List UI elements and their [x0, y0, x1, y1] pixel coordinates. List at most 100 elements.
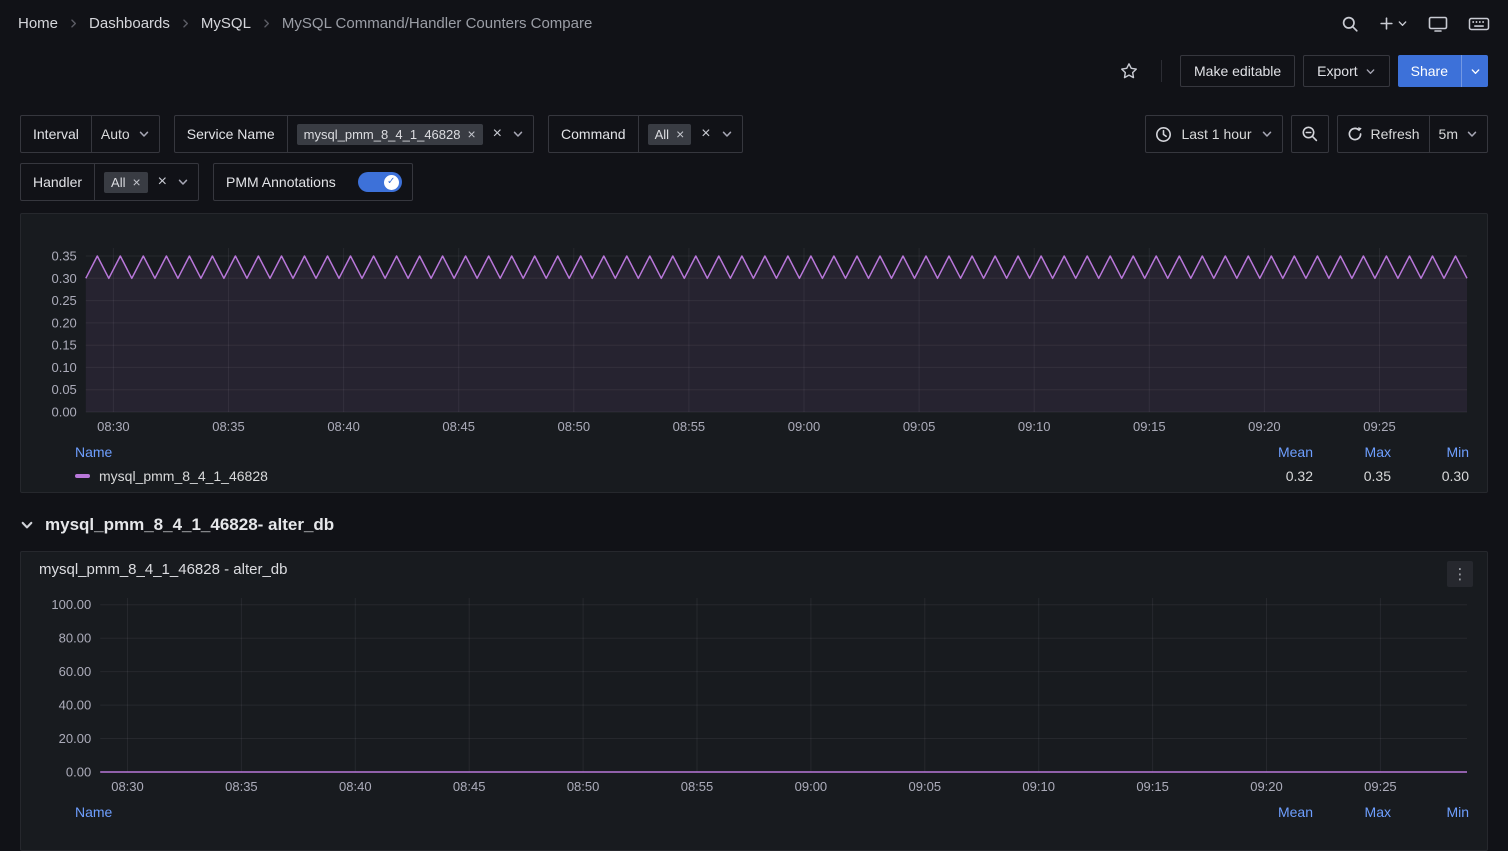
chevron-right-icon — [261, 18, 272, 29]
alter-db-timeseries-chart[interactable]: 0.0020.0040.0060.0080.00100.0008:3008:35… — [33, 590, 1475, 800]
command-select[interactable]: All × × — [639, 116, 742, 152]
legend-header-name[interactable]: Name — [75, 804, 1235, 820]
svg-text:08:55: 08:55 — [681, 779, 714, 794]
service-name-filter-label: Service Name — [175, 116, 288, 152]
legend-header-mean[interactable]: Mean — [1235, 444, 1313, 460]
chevron-down-icon — [1397, 18, 1408, 29]
remove-value-icon[interactable]: × — [132, 175, 140, 189]
plus-icon — [1379, 16, 1394, 31]
chevron-right-icon — [180, 18, 191, 29]
svg-text:09:20: 09:20 — [1248, 419, 1281, 434]
selected-value-chip[interactable]: mysql_pmm_8_4_1_46828 × — [297, 124, 483, 145]
handler-select[interactable]: All × × — [95, 164, 198, 200]
chevron-down-icon — [1365, 66, 1376, 77]
counters-timeseries-chart[interactable]: 0.000.050.100.150.200.250.300.3508:3008:… — [33, 240, 1475, 440]
make-editable-button[interactable]: Make editable — [1180, 55, 1295, 87]
service-name-select[interactable]: mysql_pmm_8_4_1_46828 × × — [288, 116, 533, 152]
search-icon[interactable] — [1341, 15, 1359, 33]
counters-panel: 0.000.050.100.150.200.250.300.3508:3008:… — [20, 213, 1488, 493]
panel-title[interactable]: mysql_pmm_8_4_1_46828 - alter_db — [39, 561, 288, 578]
chevron-right-icon — [68, 18, 79, 29]
svg-text:100.00: 100.00 — [51, 597, 91, 612]
share-split-button: Share — [1398, 55, 1488, 87]
monitor-icon[interactable] — [1428, 15, 1448, 33]
svg-text:09:05: 09:05 — [909, 779, 942, 794]
chevron-down-icon — [512, 128, 524, 140]
pmm-annotations-label: PMM Annotations — [214, 164, 348, 200]
dashboard-controls: Interval Auto Service Name mysql_pmm_8_4… — [0, 95, 1508, 201]
toolbar-divider — [1161, 60, 1162, 82]
zoom-out-icon[interactable] — [1291, 115, 1329, 153]
breadcrumb-dashboards[interactable]: Dashboards — [89, 15, 170, 32]
svg-text:0.00: 0.00 — [66, 765, 91, 780]
chevron-down-icon — [177, 176, 189, 188]
svg-text:09:00: 09:00 — [788, 419, 821, 434]
chip-label: All — [655, 127, 669, 142]
svg-text:80.00: 80.00 — [59, 631, 92, 646]
dashboard-row-toggle[interactable]: mysql_pmm_8_4_1_46828- alter_db — [20, 511, 1488, 539]
refresh-button[interactable]: Refresh — [1338, 116, 1429, 152]
time-range-picker[interactable]: Last 1 hour — [1145, 115, 1282, 153]
pmm-annotations-control: PMM Annotations ✓ — [213, 163, 413, 201]
clear-selection-icon[interactable]: × — [156, 174, 169, 190]
pmm-annotations-toggle[interactable]: ✓ — [358, 172, 402, 192]
remove-value-icon[interactable]: × — [467, 127, 475, 141]
interval-filter: Interval Auto — [20, 115, 160, 153]
chip-label: All — [111, 175, 125, 190]
remove-value-icon[interactable]: × — [676, 127, 684, 141]
selected-value-chip[interactable]: All × — [648, 124, 692, 145]
refresh-button-label: Refresh — [1371, 126, 1420, 142]
share-button[interactable]: Share — [1398, 55, 1461, 87]
clear-selection-icon[interactable]: × — [491, 126, 504, 142]
breadcrumb: Home Dashboards MySQL MySQL Command/Hand… — [18, 15, 592, 32]
legend-header-name[interactable]: Name — [75, 444, 1235, 460]
legend-header-max[interactable]: Max — [1313, 804, 1391, 820]
svg-text:09:25: 09:25 — [1363, 419, 1396, 434]
svg-text:08:45: 08:45 — [442, 419, 475, 434]
legend: Name Mean Max Min mysql_pmm_8_4_1_46828 … — [33, 440, 1475, 484]
legend-max-value: 0.35 — [1313, 468, 1391, 484]
svg-text:09:15: 09:15 — [1133, 419, 1166, 434]
chevron-down-icon — [20, 518, 34, 532]
panel-menu-kebab-icon[interactable]: ⋮ — [1447, 561, 1473, 587]
filter-row-1: Interval Auto Service Name mysql_pmm_8_4… — [20, 115, 1488, 153]
legend-header-row: Name Mean Max Min — [75, 444, 1469, 460]
svg-text:0.30: 0.30 — [51, 271, 76, 286]
svg-text:0.35: 0.35 — [51, 249, 76, 264]
breadcrumb-home[interactable]: Home — [18, 15, 58, 32]
chevron-down-icon — [138, 128, 150, 140]
refresh-interval-select[interactable]: 5m — [1430, 116, 1487, 152]
legend-mean-value: 0.32 — [1235, 468, 1313, 484]
export-button[interactable]: Export — [1303, 55, 1389, 87]
share-options-button[interactable] — [1461, 55, 1488, 87]
svg-text:0.25: 0.25 — [51, 293, 76, 308]
star-icon[interactable] — [1115, 55, 1143, 87]
service-name-filter: Service Name mysql_pmm_8_4_1_46828 × × — [174, 115, 534, 153]
svg-text:08:30: 08:30 — [97, 419, 130, 434]
legend-header-max[interactable]: Max — [1313, 444, 1391, 460]
chevron-down-icon — [1466, 128, 1478, 140]
breadcrumb-mysql[interactable]: MySQL — [201, 15, 251, 32]
legend-header-min[interactable]: Min — [1391, 804, 1469, 820]
dashboard-toolbar: Make editable Export Share — [0, 47, 1508, 95]
series-name[interactable]: mysql_pmm_8_4_1_46828 — [99, 468, 268, 484]
legend-row: mysql_pmm_8_4_1_46828 0.32 0.35 0.30 — [75, 468, 1469, 484]
legend-header-mean[interactable]: Mean — [1235, 804, 1313, 820]
svg-text:0.15: 0.15 — [51, 338, 76, 353]
series-color-dash — [75, 474, 90, 478]
legend-min-value: 0.30 — [1391, 468, 1469, 484]
interval-select[interactable]: Auto — [92, 116, 159, 152]
keyboard-icon[interactable] — [1468, 15, 1490, 33]
panel-header: mysql_pmm_8_4_1_46828 - alter_db ⋮ — [33, 552, 1475, 590]
add-new-button[interactable] — [1379, 16, 1408, 31]
clear-selection-icon[interactable]: × — [699, 126, 712, 142]
chevron-down-icon — [1261, 128, 1273, 140]
svg-text:08:35: 08:35 — [212, 419, 245, 434]
selected-value-chip[interactable]: All × — [104, 172, 148, 193]
section-title: mysql_pmm_8_4_1_46828- alter_db — [45, 515, 334, 535]
svg-text:0.05: 0.05 — [51, 382, 76, 397]
svg-text:09:00: 09:00 — [795, 779, 828, 794]
legend-header-row: Name Mean Max Min — [75, 804, 1469, 820]
legend-header-min[interactable]: Min — [1391, 444, 1469, 460]
svg-text:09:20: 09:20 — [1250, 779, 1283, 794]
